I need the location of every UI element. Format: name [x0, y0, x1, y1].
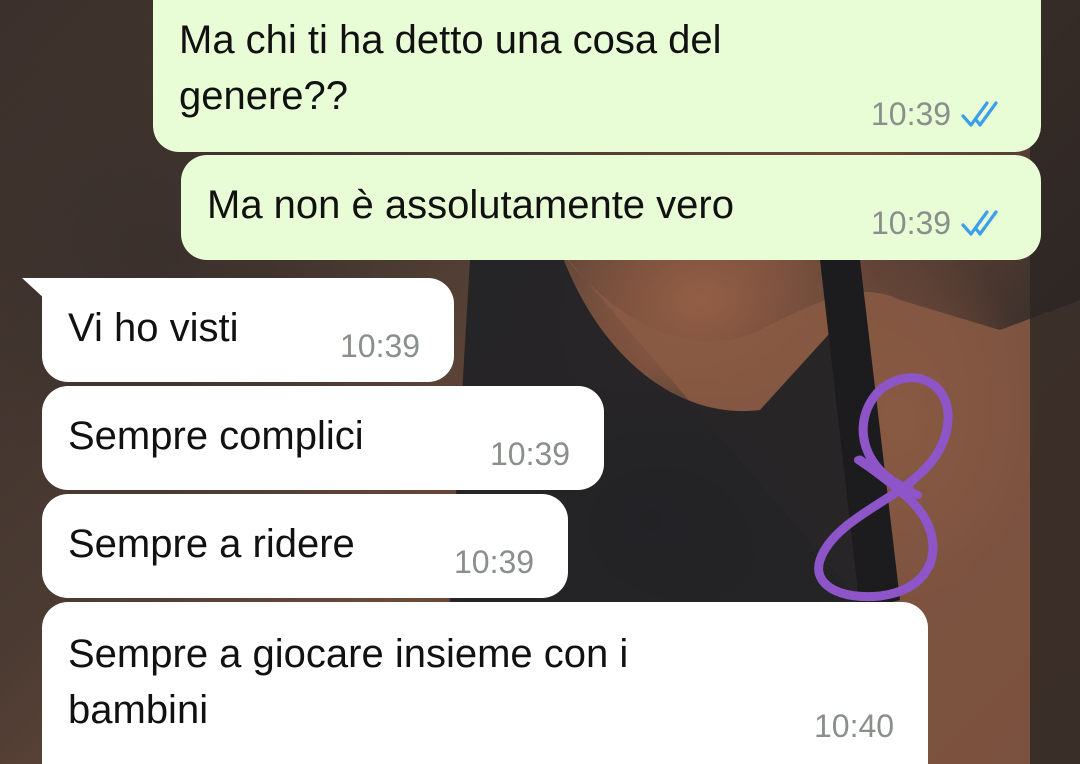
message-text: Vi ho visti — [68, 306, 239, 350]
message-text: Ma non è assolutamente vero — [207, 183, 734, 227]
message-text: Sempre complici — [68, 414, 364, 458]
message-text: Sempre a giocare insieme con i bambini — [68, 632, 629, 732]
message-bubble-incoming[interactable]: Sempre a ridere 10:39 — [42, 494, 568, 598]
message-bubble-incoming[interactable]: Sempre a giocare insieme con i bambini 1… — [42, 602, 928, 764]
message-time: 10:39 — [454, 544, 535, 580]
message-meta: 10:39 — [454, 544, 534, 580]
message-meta: 10:39 — [490, 436, 570, 472]
message-text: Sempre a ridere — [68, 522, 355, 566]
double-check-read-icon — [961, 101, 998, 127]
message-time: 10:39 — [340, 328, 421, 364]
message-meta: 10:39 — [340, 328, 420, 364]
message-time: 10:39 — [871, 96, 952, 132]
purple-figure-eight-scribble-icon — [814, 373, 953, 602]
message-time: 10:40 — [814, 708, 895, 744]
message-meta: 10:39 — [871, 96, 1007, 132]
message-bubble-incoming[interactable]: Vi ho visti 10:39 — [42, 278, 454, 382]
message-bubble-outgoing[interactable]: Ma chi ti ha detto una cosa del genere??… — [153, 0, 1041, 152]
message-time: 10:39 — [871, 205, 952, 241]
message-time: 10:39 — [490, 436, 571, 472]
double-check-read-icon — [961, 210, 998, 236]
message-bubble-incoming[interactable]: Sempre complici 10:39 — [42, 386, 604, 490]
message-meta: 10:40 — [814, 708, 894, 744]
message-text: Ma chi ti ha detto una cosa del genere?? — [179, 18, 722, 118]
message-meta: 10:39 — [871, 205, 1007, 241]
message-bubble-outgoing[interactable]: Ma non è assolutamente vero 10:39 — [181, 155, 1041, 260]
